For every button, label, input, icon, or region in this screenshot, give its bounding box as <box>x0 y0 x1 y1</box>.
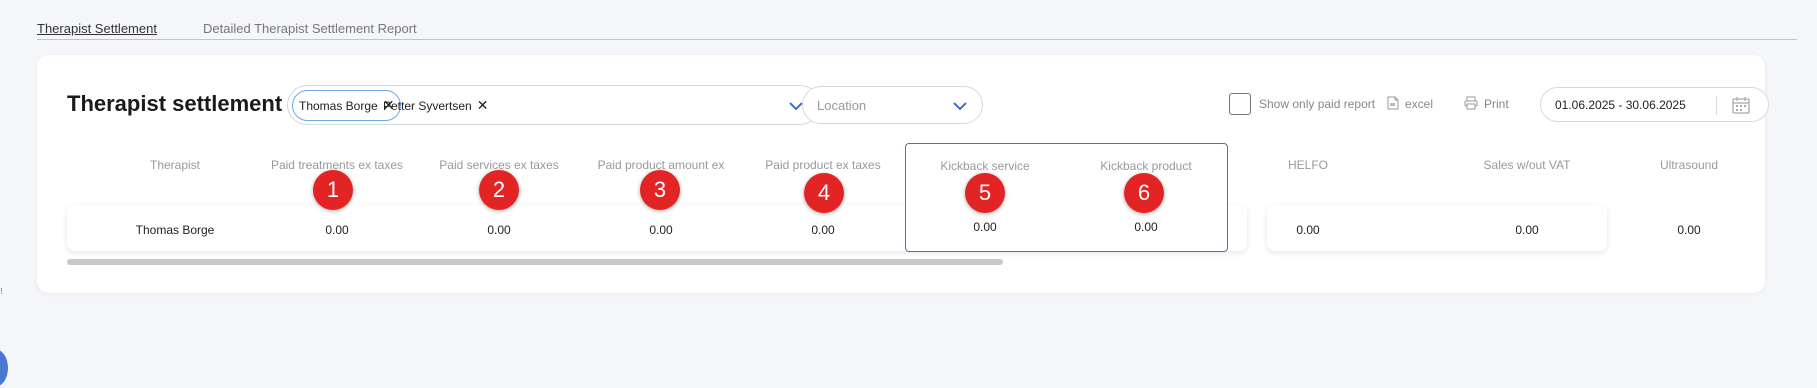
location-select[interactable]: Location <box>802 86 983 124</box>
cell-paid-treatments: 0.00 <box>325 223 349 237</box>
tab-therapist-settlement[interactable]: Therapist Settlement <box>37 21 157 36</box>
show-paid-label: Show only paid report <box>1259 97 1376 111</box>
chip-label: Thomas Borge <box>299 98 378 113</box>
therapist-multiselect[interactable]: Thomas Borge ✕ Petter Syvertsen ✕ <box>287 85 820 125</box>
annotation-badge: 3 <box>640 170 680 210</box>
close-icon[interactable]: ✕ <box>477 97 489 114</box>
date-divider <box>1716 96 1717 115</box>
horizontal-scrollbar[interactable] <box>67 259 1003 265</box>
cell-kickback-product: 0.00 <box>1134 220 1158 234</box>
file-icon[interactable] <box>1387 96 1399 110</box>
page-title: Therapist settlement <box>67 91 283 116</box>
cell-paid-product: 0.00 <box>811 223 835 237</box>
annotation-badge: 1 <box>313 170 353 210</box>
annotation-badge: 2 <box>479 170 519 210</box>
column-header-sales-wout-vat: Sales w/out VAT <box>1483 158 1571 172</box>
calendar-icon[interactable] <box>1732 96 1750 114</box>
cell-helfo: 0.00 <box>1296 223 1320 237</box>
cell-kickback-service: 0.00 <box>973 220 997 234</box>
column-header-kickback-service: Kickback service <box>940 159 1030 173</box>
column-header-paid-product: Paid product ex taxes <box>765 158 881 172</box>
column-header-helfo: HELFO <box>1287 158 1329 172</box>
location-placeholder: Location <box>817 98 867 113</box>
cell-paid-product-amount: 0.00 <box>649 223 673 237</box>
chip-label: Petter Syvertsen <box>383 98 472 113</box>
cell-therapist: Thomas Borge <box>135 223 215 237</box>
chevron-down-icon[interactable] <box>952 101 968 111</box>
printer-icon[interactable] <box>1464 96 1478 110</box>
column-header-therapist: Therapist <box>149 158 201 172</box>
annotation-badge: 5 <box>965 173 1005 213</box>
cell-paid-services: 0.00 <box>487 223 511 237</box>
tab-bar: Therapist Settlement Detailed Therapist … <box>37 20 1797 40</box>
print-button[interactable]: Print <box>1484 97 1509 111</box>
annotation-badge: 6 <box>1124 173 1164 213</box>
edge-mark: ⁝ <box>0 286 3 296</box>
column-header-kickback-product: Kickback product <box>1100 159 1192 173</box>
date-range-picker[interactable]: 01.06.2025 - 30.06.2025 <box>1540 87 1769 122</box>
date-range-value: 01.06.2025 - 30.06.2025 <box>1555 98 1686 112</box>
tab-detailed-report[interactable]: Detailed Therapist Settlement Report <box>203 21 417 36</box>
cell-ultrasound: 0.00 <box>1677 223 1701 237</box>
show-paid-checkbox[interactable] <box>1229 93 1251 115</box>
annotation-badge: 4 <box>804 173 844 213</box>
settlement-card: Therapist settlement Thomas Borge ✕ Pett… <box>37 55 1769 293</box>
floating-action-button[interactable] <box>0 349 8 387</box>
therapist-chip[interactable]: Petter Syvertsen ✕ <box>377 90 494 121</box>
cell-sales-wout-vat: 0.00 <box>1515 223 1539 237</box>
column-header-ultrasound: Ultrasound <box>1659 158 1719 172</box>
excel-button[interactable]: excel <box>1405 97 1433 111</box>
